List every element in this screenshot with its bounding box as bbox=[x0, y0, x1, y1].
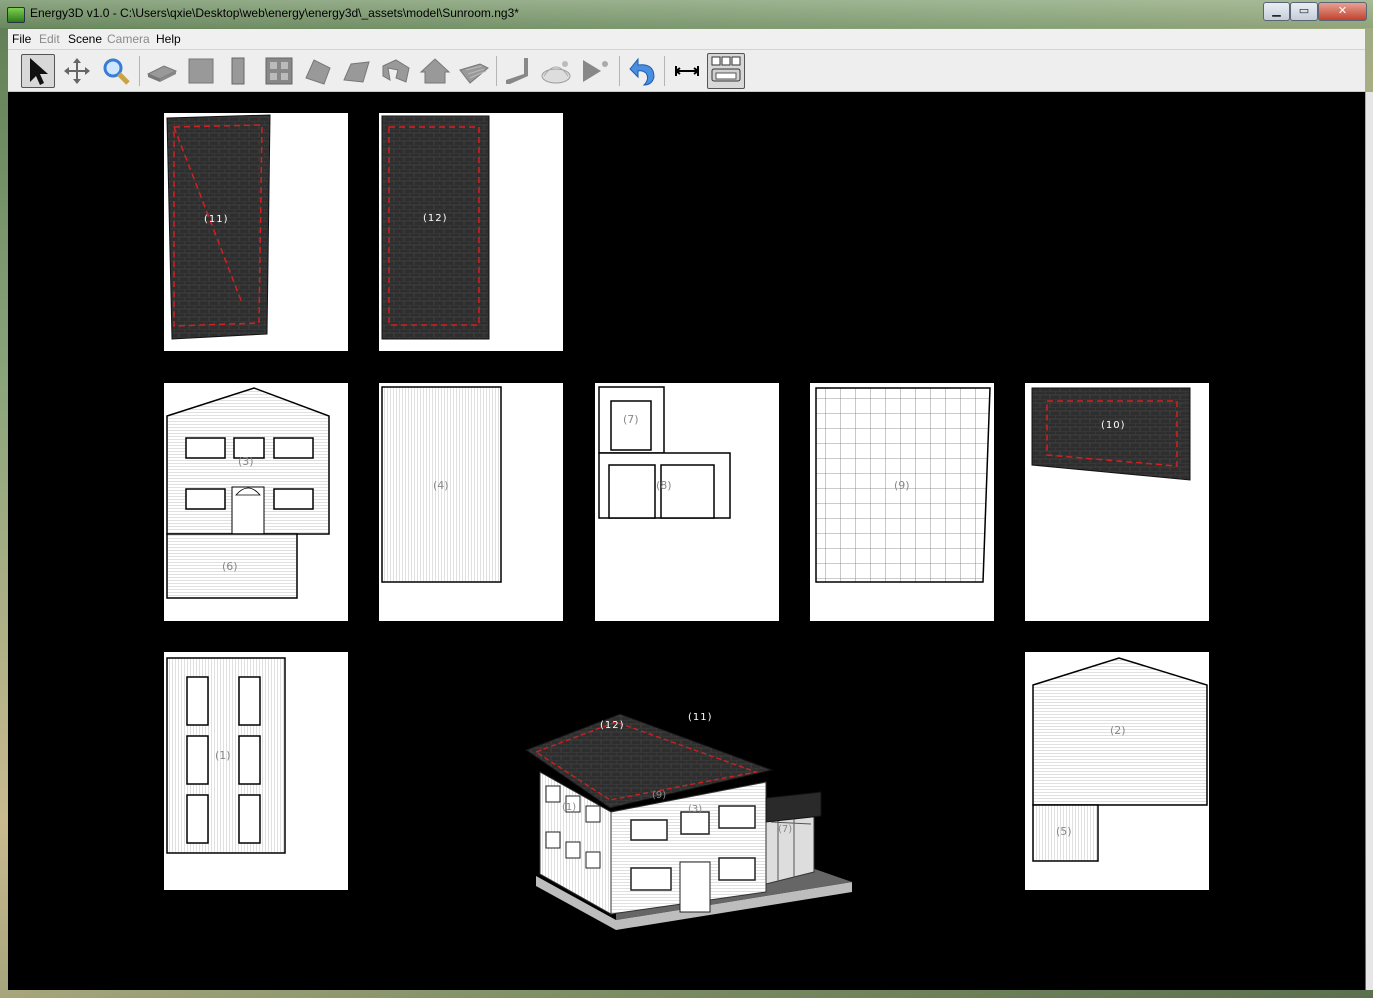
wall-3-drawing bbox=[166, 387, 330, 599]
model-label-7: (7) bbox=[778, 824, 793, 835]
heliodon-tool[interactable] bbox=[540, 54, 574, 88]
menu-file[interactable]: File bbox=[12, 32, 31, 46]
label-6: (6) bbox=[222, 560, 238, 573]
sun-play-icon bbox=[583, 60, 608, 82]
page-3[interactable]: (3) (6) bbox=[164, 383, 348, 621]
page-1[interactable]: (1) bbox=[164, 652, 348, 890]
label-4: (4) bbox=[433, 479, 449, 492]
rotate-icon bbox=[506, 58, 528, 84]
custom-roof-icon bbox=[382, 59, 410, 83]
move-tool[interactable] bbox=[60, 54, 94, 88]
wall-2-5-drawing bbox=[1032, 657, 1208, 862]
label-12: (12) bbox=[423, 213, 448, 224]
door-icon bbox=[231, 57, 245, 85]
hip-roof-tool[interactable] bbox=[340, 54, 374, 88]
undo-icon bbox=[629, 57, 655, 86]
toolbar-separator bbox=[664, 56, 665, 86]
select-tool[interactable] bbox=[21, 54, 55, 88]
label-11: (11) bbox=[204, 214, 229, 225]
foundation-tool[interactable] bbox=[145, 54, 179, 88]
sun-animation-tool[interactable] bbox=[579, 54, 613, 88]
floor-icon bbox=[459, 63, 489, 84]
menu-camera[interactable]: Camera bbox=[107, 32, 150, 46]
wall-tool[interactable] bbox=[184, 54, 218, 88]
move-arrows-icon bbox=[64, 58, 90, 84]
window-tool[interactable] bbox=[262, 54, 296, 88]
wall-4-drawing bbox=[381, 386, 502, 583]
roof-12-drawing bbox=[381, 115, 490, 340]
title-bar[interactable]: Energy3D v1.0 - C:\Users\qxie\Desktop\we… bbox=[0, 0, 1373, 28]
label-9: (9) bbox=[894, 479, 910, 492]
heliodon-icon bbox=[541, 61, 571, 84]
app-icon bbox=[7, 7, 25, 23]
menu-scene[interactable]: Scene bbox=[68, 32, 102, 46]
print-preview-icon bbox=[711, 56, 741, 82]
vertical-scrollbar[interactable] bbox=[1366, 92, 1373, 990]
model-label-3: (3) bbox=[688, 804, 703, 815]
label-3: (3) bbox=[238, 455, 254, 468]
wall-1-drawing bbox=[166, 657, 286, 854]
dimension-icon bbox=[675, 66, 699, 76]
window-icon bbox=[265, 57, 293, 85]
model-label-9: (9) bbox=[652, 790, 667, 801]
label-1: (1) bbox=[215, 749, 231, 762]
roof-tool[interactable] bbox=[301, 54, 335, 88]
page-2[interactable]: (2) (5) bbox=[1025, 652, 1209, 890]
print-preview-viewport[interactable]: (11) (12) (3) (6) (4) (7) (8) (9) (10) (… bbox=[8, 92, 1365, 990]
menu-help[interactable]: Help bbox=[156, 32, 181, 46]
label-10: (10) bbox=[1101, 420, 1126, 431]
arrow-cursor-icon bbox=[30, 58, 48, 85]
maximize-button[interactable]: ▭ bbox=[1290, 2, 1318, 21]
label-2: (2) bbox=[1110, 724, 1126, 737]
label-7: (7) bbox=[623, 413, 639, 426]
hip-roof-icon bbox=[343, 61, 370, 83]
gable-roof-icon bbox=[419, 58, 451, 84]
custom-roof-tool[interactable] bbox=[379, 54, 413, 88]
close-button[interactable]: ✕ bbox=[1318, 2, 1367, 21]
roof-10-drawing bbox=[1031, 387, 1191, 481]
page-7[interactable]: (7) (8) bbox=[595, 383, 779, 621]
undo-tool[interactable] bbox=[624, 54, 658, 88]
label-5: (5) bbox=[1056, 825, 1072, 838]
roof-11-drawing bbox=[166, 114, 271, 340]
print-preview-tool[interactable] bbox=[707, 53, 745, 89]
magnifier-icon bbox=[103, 58, 130, 85]
house-3d-model[interactable]: (1) (12) (11) (3) (9) (7) bbox=[516, 712, 856, 942]
zoom-tool[interactable] bbox=[99, 54, 133, 88]
rotate-tool[interactable] bbox=[501, 54, 535, 88]
menu-edit[interactable]: Edit bbox=[39, 32, 60, 46]
foundation-icon bbox=[146, 65, 178, 82]
toolbar-separator bbox=[139, 56, 140, 86]
window-title: Energy3D v1.0 - C:\Users\qxie\Desktop\we… bbox=[30, 6, 519, 20]
roof-icon bbox=[305, 59, 331, 85]
door-tool[interactable] bbox=[221, 54, 255, 88]
wall-icon bbox=[188, 58, 214, 84]
page-11[interactable]: (11) bbox=[164, 113, 348, 351]
house-3d-drawing bbox=[524, 713, 852, 930]
page-10[interactable]: (10) bbox=[1025, 383, 1209, 621]
sunroom-grid-drawing bbox=[815, 387, 991, 583]
page-4[interactable]: (4) bbox=[379, 383, 563, 621]
toolbar-separator bbox=[619, 56, 620, 86]
app-window: Energy3D v1.0 - C:\Users\qxie\Desktop\we… bbox=[0, 0, 1373, 998]
toolbar-separator bbox=[496, 56, 497, 86]
model-label-12: (12) bbox=[600, 720, 625, 731]
page-12[interactable]: (12) bbox=[379, 113, 563, 351]
page-9[interactable]: (9) bbox=[810, 383, 994, 621]
label-8: (8) bbox=[656, 479, 672, 492]
menu-bar: File Edit Scene Camera Help bbox=[8, 29, 1365, 50]
floor-tool[interactable] bbox=[457, 54, 491, 88]
minimize-button[interactable]: ▁ bbox=[1263, 2, 1290, 21]
gable-roof-tool[interactable] bbox=[418, 54, 452, 88]
model-label-11: (11) bbox=[688, 712, 713, 723]
model-label-1: (1) bbox=[562, 802, 577, 813]
annotation-tool[interactable] bbox=[670, 54, 704, 88]
toolbar bbox=[8, 50, 1365, 92]
